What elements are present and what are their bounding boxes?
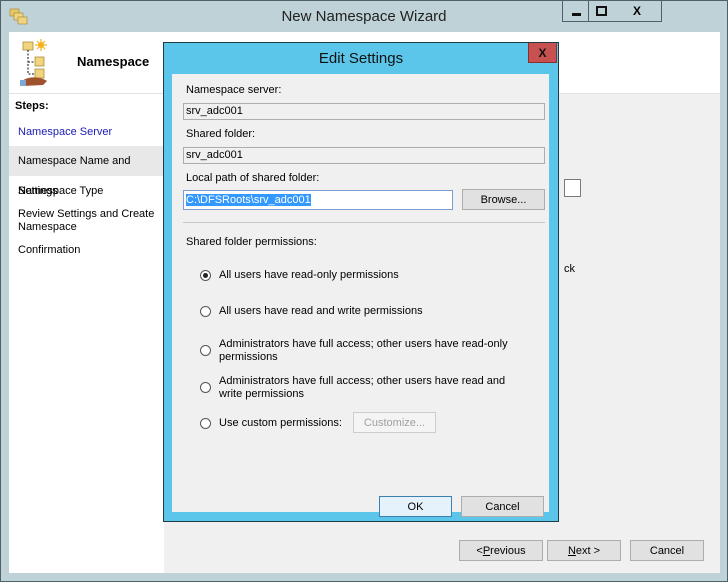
permission-option-read-only[interactable]: All users have read-only permissions: [200, 269, 529, 282]
shared-folder-label: Shared folder:: [186, 128, 256, 140]
browse-button[interactable]: Browse...: [462, 189, 545, 210]
radio-button[interactable]: [200, 418, 211, 429]
step-review-settings[interactable]: Review Settings and Create Namespace: [18, 208, 158, 234]
local-path-label: Local path of shared folder:: [186, 172, 320, 184]
namespace-server-field[interactable]: srv_adc001: [183, 103, 545, 120]
permission-option-custom[interactable]: Use custom permissions:: [200, 417, 342, 430]
maximize-button[interactable]: [588, 1, 615, 22]
next-button[interactable]: Next >: [547, 540, 621, 561]
separator: [183, 222, 545, 223]
steps-panel: Steps: Namespace Server Namespace Name a…: [9, 94, 166, 573]
dialog-title: Edit Settings: [318, 50, 404, 67]
close-icon: X: [538, 45, 547, 60]
dialog-cancel-button[interactable]: Cancel: [461, 496, 544, 517]
next-label: ext >: [575, 544, 601, 557]
permission-label: Use custom permissions:: [219, 417, 342, 429]
step-namespace-server[interactable]: Namespace Server: [18, 126, 166, 139]
close-icon: X: [632, 4, 641, 18]
permission-option-read-write[interactable]: All users have read and write permission…: [200, 305, 529, 318]
next-access-key: N: [567, 544, 576, 557]
radio-button[interactable]: [200, 306, 211, 317]
maximize-icon: [596, 6, 607, 16]
title-bar[interactable]: New Namespace Wizard X: [1, 1, 727, 31]
permission-option-admin-full-read-only[interactable]: Administrators have full access; other u…: [200, 338, 529, 364]
steps-title: Steps:: [15, 100, 49, 112]
step-confirmation[interactable]: Confirmation: [18, 244, 166, 257]
wizard-cancel-button[interactable]: Cancel: [630, 540, 704, 561]
local-path-value: C:\DFSRoots\srv_adc001: [186, 194, 311, 206]
permission-label: Administrators have full access; other u…: [219, 338, 508, 363]
edit-settings-dialog: Edit Settings X Namespace server: srv_ad…: [163, 42, 559, 522]
partial-input-field[interactable]: [564, 179, 581, 197]
minimize-icon: [571, 12, 581, 16]
radio-button[interactable]: [200, 345, 211, 356]
namespace-wizard-icon: [20, 39, 47, 86]
partial-text: ck: [564, 263, 575, 275]
namespace-server-label: Namespace server:: [186, 84, 282, 96]
permission-option-admin-full-read-write[interactable]: Administrators have full access; other u…: [200, 375, 529, 401]
previous-access-key: P: [482, 544, 491, 557]
minimize-button[interactable]: [562, 1, 590, 22]
shared-folder-field[interactable]: srv_adc001: [183, 147, 545, 164]
previous-label: revious: [490, 544, 526, 557]
radio-button[interactable]: [200, 270, 211, 281]
permission-label: All users have read and write permission…: [219, 305, 423, 317]
dialog-close-button[interactable]: X: [528, 43, 557, 63]
step-namespace-type[interactable]: Namespace Type: [18, 185, 166, 198]
ok-button[interactable]: OK: [379, 496, 452, 517]
page-title: Namespace: [77, 54, 150, 69]
local-path-input[interactable]: C:\DFSRoots\srv_adc001: [183, 190, 453, 210]
close-button[interactable]: X: [613, 1, 662, 22]
previous-button[interactable]: < Previous: [459, 540, 543, 561]
radio-button[interactable]: [200, 382, 211, 393]
customize-button[interactable]: Customize...: [353, 412, 436, 433]
permission-label: Administrators have full access; other u…: [219, 375, 506, 400]
dialog-body: Namespace server: srv_adc001 Shared fold…: [172, 74, 549, 517]
permissions-label: Shared folder permissions:: [186, 236, 317, 248]
permission-label: All users have read-only permissions: [219, 269, 399, 281]
step-namespace-name-and-settings[interactable]: Namespace Name and Settings: [9, 146, 166, 197]
